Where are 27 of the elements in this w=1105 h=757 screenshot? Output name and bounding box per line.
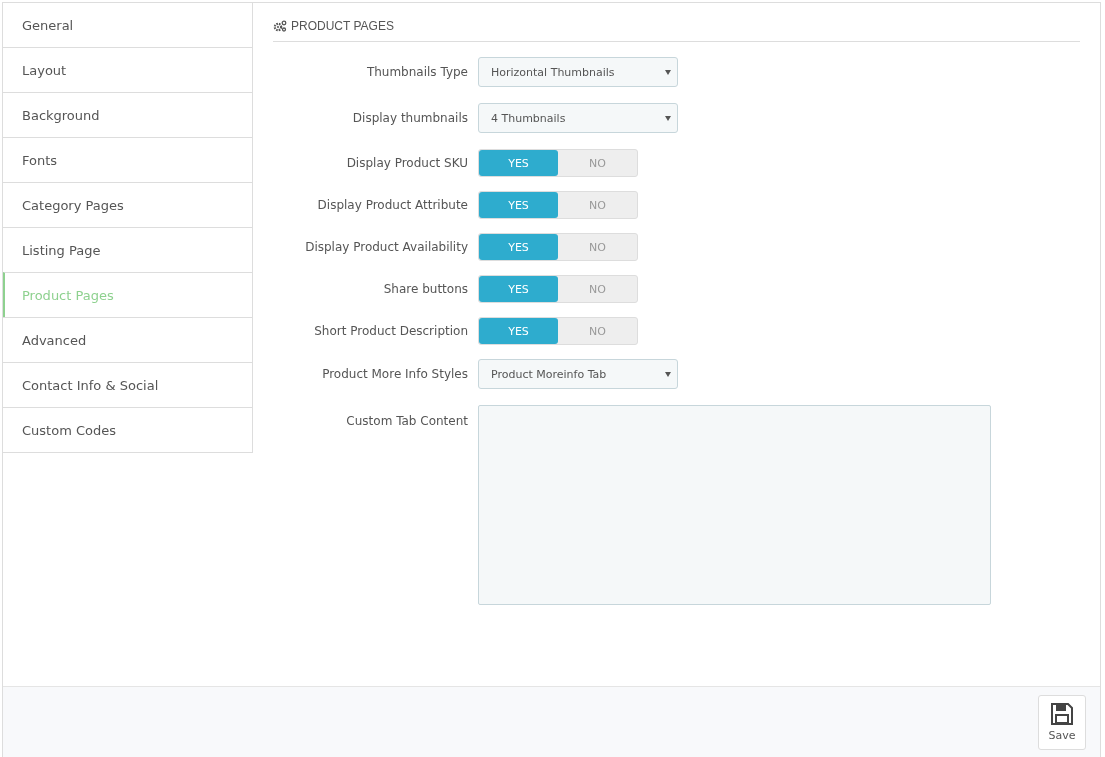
save-button[interactable]: Save [1038, 694, 1086, 750]
field-label: Display thumbnails [351, 111, 468, 125]
sidebar-item[interactable]: Layout [3, 47, 252, 92]
caret-icon [665, 115, 671, 121]
field-label: Custom Tab Content [345, 413, 468, 428]
caret-icon [665, 371, 671, 377]
field-label: Display Product Availability [304, 240, 468, 254]
field-label: Short Product Description [313, 324, 468, 338]
sidebar-item[interactable]: Advanced [3, 317, 252, 362]
sidebar-item[interactable]: Contact Info & Social [3, 362, 252, 407]
field-label: Share buttons [382, 282, 468, 296]
field-label: Display Product SKU [345, 156, 468, 170]
sidebar-item[interactable]: Category Pages [3, 182, 252, 227]
dropdown[interactable]: 4 Thumbnails [478, 103, 678, 133]
sidebar-item[interactable]: Background [3, 92, 252, 137]
dropdown[interactable]: Horizontal Thumbnails [478, 57, 678, 87]
text-area[interactable] [478, 405, 991, 605]
sidebar-item[interactable]: Fonts [3, 137, 252, 182]
field-label: Display Product Attribute [316, 198, 468, 212]
sidebar-item[interactable]: General [3, 3, 252, 47]
field-label: Thumbnails Type [365, 65, 468, 79]
caret-icon [665, 69, 671, 75]
sidebar-item[interactable]: Custom Codes [3, 407, 252, 452]
gears-icon [273, 20, 287, 32]
dropdown[interactable]: Product Moreinfo Tab [478, 359, 678, 389]
section-title: PRODUCT PAGES [291, 19, 394, 33]
field-label: Product More Info Styles [321, 367, 468, 381]
